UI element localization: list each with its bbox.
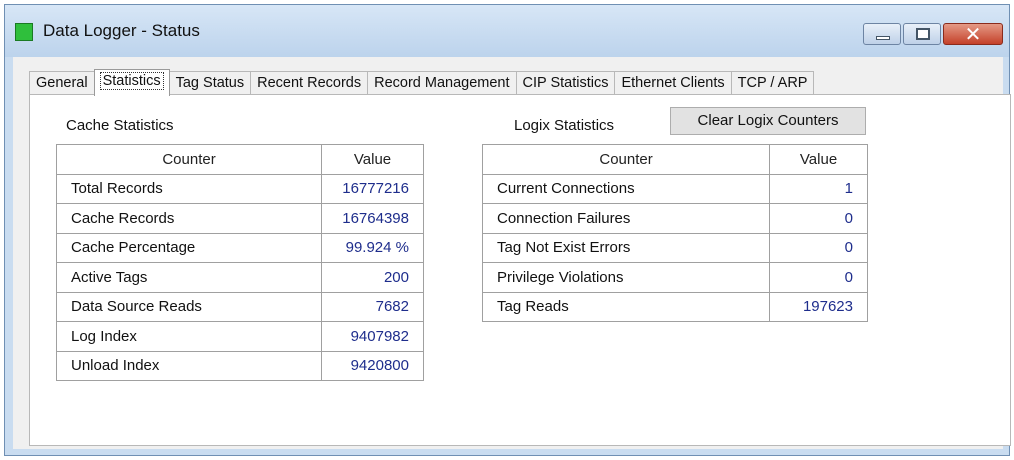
close-button[interactable]: ✕ bbox=[943, 23, 1003, 46]
counter-name: Cache Records bbox=[55, 203, 323, 234]
tab-cip-statistics[interactable]: CIP Statistics bbox=[515, 71, 616, 95]
counter-name: Total Records bbox=[55, 173, 323, 204]
table-row[interactable]: Active Tags 200 bbox=[55, 262, 424, 293]
minimize-icon bbox=[876, 36, 890, 40]
tab-label: CIP Statistics bbox=[522, 75, 609, 91]
counter-value: 197623 bbox=[769, 291, 868, 322]
window-title: Data Logger - Status bbox=[43, 21, 200, 40]
counter-value: 200 bbox=[321, 262, 424, 293]
counter-value: 16777216 bbox=[321, 173, 424, 204]
table-row[interactable]: Unload Index 9420800 bbox=[55, 350, 424, 381]
tab-tag-status[interactable]: Tag Status bbox=[168, 71, 252, 95]
tab-label: Statistics bbox=[99, 72, 164, 90]
table-row[interactable]: Cache Records 16764398 bbox=[55, 203, 424, 234]
tab-label: Tag Status bbox=[175, 75, 245, 91]
counter-name: Data Source Reads bbox=[55, 291, 323, 322]
counter-name: Unload Index bbox=[55, 350, 323, 381]
tab-label: General bbox=[36, 75, 88, 91]
app-icon bbox=[15, 23, 33, 41]
counter-name: Connection Failures bbox=[481, 203, 771, 234]
table-row[interactable]: Connection Failures 0 bbox=[481, 203, 868, 234]
column-header-value[interactable]: Value bbox=[321, 144, 424, 175]
table-row[interactable]: Tag Not Exist Errors 0 bbox=[481, 232, 868, 263]
tab-strip: General Statistics Tag Status Recent Rec… bbox=[29, 69, 815, 96]
counter-value: 9420800 bbox=[321, 350, 424, 381]
tab-tcp-arp[interactable]: TCP / ARP bbox=[730, 71, 815, 95]
table-row[interactable]: Privilege Violations 0 bbox=[481, 262, 868, 293]
data-logger-window: Data Logger - Status ✕ General Statistic… bbox=[4, 4, 1011, 456]
table-row[interactable]: Data Source Reads 7682 bbox=[55, 291, 424, 322]
tab-general[interactable]: General bbox=[29, 71, 95, 95]
table-header-row: Counter Value bbox=[55, 144, 424, 175]
counter-name: Active Tags bbox=[55, 262, 323, 293]
counter-name: Tag Reads bbox=[481, 291, 771, 322]
table-row[interactable]: Total Records 16777216 bbox=[55, 173, 424, 204]
close-icon: ✕ bbox=[964, 24, 982, 46]
tab-statistics[interactable]: Statistics bbox=[93, 69, 170, 96]
tab-label: TCP / ARP bbox=[737, 75, 808, 91]
counter-value: 0 bbox=[769, 262, 868, 293]
counter-name: Cache Percentage bbox=[55, 232, 323, 263]
tab-label: Recent Records bbox=[257, 75, 362, 91]
tab-ethernet-clients[interactable]: Ethernet Clients bbox=[614, 71, 732, 95]
maximize-button[interactable] bbox=[903, 23, 941, 45]
column-header-counter[interactable]: Counter bbox=[481, 144, 771, 175]
table-row[interactable]: Cache Percentage 99.924 % bbox=[55, 232, 424, 263]
counter-name: Privilege Violations bbox=[481, 262, 771, 293]
column-header-value[interactable]: Value bbox=[769, 144, 868, 175]
column-header-counter[interactable]: Counter bbox=[55, 144, 323, 175]
tab-label: Record Management bbox=[374, 75, 510, 91]
counter-name: Tag Not Exist Errors bbox=[481, 232, 771, 263]
counter-value: 0 bbox=[769, 203, 868, 234]
cache-statistics-table: Counter Value Total Records 16777216 Cach… bbox=[55, 144, 424, 381]
minimize-button[interactable] bbox=[863, 23, 901, 45]
counter-value: 16764398 bbox=[321, 203, 424, 234]
counter-value: 1 bbox=[769, 173, 868, 204]
logix-statistics-heading: Logix Statistics bbox=[514, 117, 615, 134]
counter-name: Current Connections bbox=[481, 173, 771, 204]
counter-value: 99.924 % bbox=[321, 232, 424, 263]
clear-logix-counters-button[interactable]: Clear Logix Counters bbox=[670, 107, 866, 135]
statistics-panel: Cache Statistics Logix Statistics Clear … bbox=[29, 94, 1011, 446]
table-row[interactable]: Tag Reads 197623 bbox=[481, 291, 868, 322]
tab-record-management[interactable]: Record Management bbox=[367, 71, 517, 95]
table-row[interactable]: Log Index 9407982 bbox=[55, 321, 424, 352]
counter-value: 9407982 bbox=[321, 321, 424, 352]
counter-value: 7682 bbox=[321, 291, 424, 322]
window-client-area: General Statistics Tag Status Recent Rec… bbox=[13, 57, 1011, 449]
cache-statistics-heading: Cache Statistics bbox=[66, 117, 174, 134]
counter-value: 0 bbox=[769, 232, 868, 263]
tab-recent-records[interactable]: Recent Records bbox=[250, 71, 369, 95]
tab-label: Ethernet Clients bbox=[621, 75, 725, 91]
logix-statistics-table: Counter Value Current Connections 1 Conne… bbox=[481, 144, 868, 322]
maximize-icon bbox=[916, 28, 930, 40]
table-header-row: Counter Value bbox=[481, 144, 868, 175]
title-bar[interactable]: Data Logger - Status ✕ bbox=[5, 5, 1009, 57]
table-row[interactable]: Current Connections 1 bbox=[481, 173, 868, 204]
counter-name: Log Index bbox=[55, 321, 323, 352]
